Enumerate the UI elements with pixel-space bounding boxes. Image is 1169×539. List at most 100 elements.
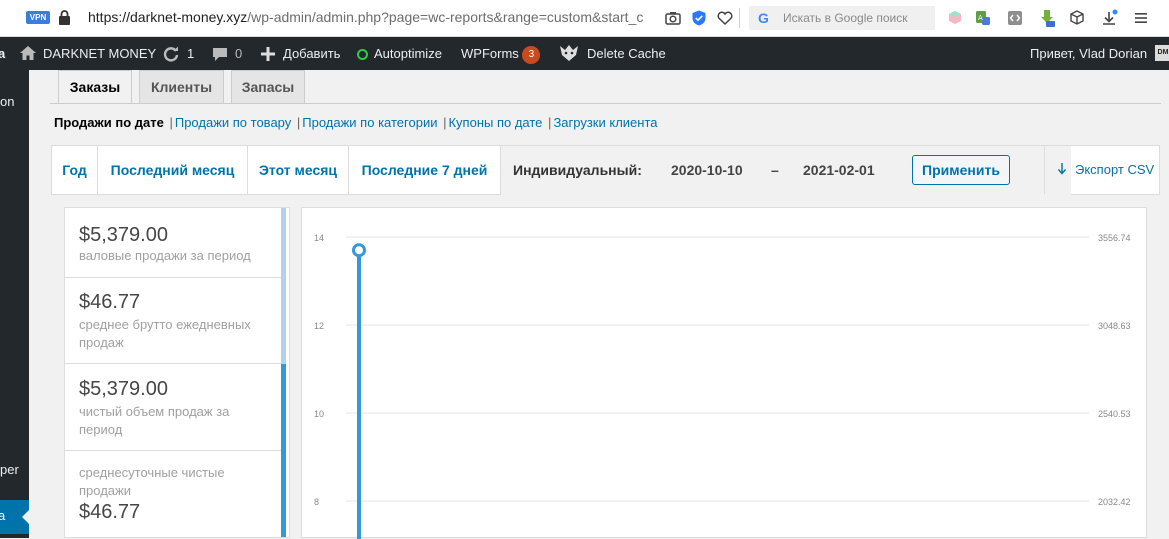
end-date-field[interactable]: 2021-02-01 <box>803 146 875 194</box>
updates-icon[interactable] <box>162 45 180 63</box>
sidebar-item-partial-2[interactable]: per <box>0 462 19 477</box>
range-last-7-days[interactable]: Последние 7 дней <box>349 146 501 194</box>
sidebar-active-arrow <box>22 510 29 524</box>
subnav-link-by-category[interactable]: Продажи по категории <box>302 115 437 130</box>
tabs-divider <box>50 103 1169 104</box>
legend-amount: $5,379.00 <box>79 378 168 400</box>
vpn-badge[interactable]: VPN <box>26 11 50 24</box>
tab-orders[interactable]: Заказы <box>58 70 132 103</box>
sales-chart: 14 3556.74 12 3048.63 10 2540.53 8 2032.42 <box>301 207 1147 539</box>
add-new-link[interactable]: Добавить <box>283 37 340 70</box>
legend-color-bar <box>281 208 286 278</box>
cache-beast-icon[interactable] <box>558 43 580 63</box>
legend-amount: $46.77 <box>79 291 141 313</box>
avatar[interactable]: DM <box>1155 45 1169 61</box>
chart-y-left-tick: 12 <box>314 321 324 331</box>
subnav-link-downloads[interactable]: Загрузки клиента <box>553 115 657 130</box>
subnav-link-coupons[interactable]: Купоны по дате <box>448 115 542 130</box>
report-subnav: Продажи по дате | Продажи по товару | Прод… <box>54 115 658 130</box>
shield-icon[interactable] <box>690 9 708 27</box>
sidebar-item-partial-1[interactable]: on <box>0 94 14 109</box>
subnav-current: Продажи по дате <box>54 115 164 130</box>
code-extension-icon[interactable] <box>1006 9 1024 27</box>
subnav-link-by-product[interactable]: Продажи по товару <box>175 115 291 130</box>
account-greeting[interactable]: Привет, Vlad Dorian <box>1030 37 1147 70</box>
svg-text:A: A <box>978 14 983 22</box>
date-range-bar: Год Последний месяц Этот месяц Последние… <box>51 145 1160 195</box>
delete-cache-link[interactable]: Delete Cache <box>587 37 666 70</box>
home-icon[interactable] <box>19 45 37 61</box>
plus-icon[interactable] <box>261 47 275 61</box>
chart-y-right-tick: 3556.74 <box>1098 233 1131 243</box>
legend-description: среднесуточные чистые продажи <box>79 465 225 498</box>
chart-y-right-tick: 2540.53 <box>1098 409 1131 419</box>
range-year[interactable]: Год <box>52 146 98 194</box>
url-host: https://darknet-money.xyz <box>88 9 248 25</box>
browser-toolbar: VPN https://darknet-money.xyz/wp-admin/a… <box>0 0 1169 37</box>
cube-extension-icon[interactable] <box>946 9 964 27</box>
comments-count[interactable]: 0 <box>235 37 242 70</box>
legend-amount: $46.77 <box>79 501 141 523</box>
downloads-icon[interactable] <box>1100 9 1118 27</box>
tab-customers[interactable]: Клиенты <box>139 70 224 103</box>
tab-stock[interactable]: Запасы <box>231 70 305 103</box>
legend-color-bar <box>281 278 286 364</box>
chart-canvas: 14 3556.74 12 3048.63 10 2540.53 8 2032.42 <box>314 233 1131 539</box>
wpforms-count-badge: 3 <box>522 45 541 64</box>
wpforms-link[interactable]: WPForms 3 <box>461 37 541 70</box>
chart-y-left-tick: 8 <box>314 497 319 507</box>
box-icon[interactable] <box>1068 9 1086 27</box>
legend-item-avg-gross-daily[interactable]: $46.77 среднее брутто ежедневных продаж <box>65 278 286 364</box>
range-this-month[interactable]: Этот месяц <box>248 146 349 194</box>
legend-item-gross-sales[interactable]: $5,379.00 валовые продажи за период <box>65 208 286 278</box>
chart-y-right-tick: 2032.42 <box>1098 497 1131 507</box>
legend-color-bar <box>281 364 286 451</box>
sales-legend: $5,379.00 валовые продажи за период $46.… <box>64 207 290 538</box>
admin-sidebar: on per <box>0 70 29 538</box>
wpforms-label: WPForms <box>461 46 519 61</box>
chart-y-right-tick: 3048.63 <box>1098 321 1131 331</box>
autoptimize-status-icon <box>357 49 368 61</box>
download-arrow-icon <box>1057 163 1067 175</box>
address-bar[interactable]: https://darknet-money.xyz/wp-admin/admin… <box>88 9 654 25</box>
url-path: /wp-admin/admin.php?page=wc-reports&rang… <box>247 9 644 25</box>
export-csv-link[interactable]: Экспорт CSV <box>1044 146 1160 194</box>
date-dash: – <box>771 162 779 178</box>
chart-data-point <box>352 243 366 258</box>
legend-description: валовые продажи за период <box>79 248 251 263</box>
subnav-separator: | <box>443 115 447 130</box>
legend-description: среднее брутто ежедневных продаж <box>79 317 251 350</box>
subnav-separator: | <box>169 115 173 130</box>
page-scrollbar[interactable] <box>1161 70 1169 538</box>
wp-admin-bar: a DARKNET MONEY 1 0 Добавить Autoptimize… <box>0 37 1169 70</box>
site-name-link[interactable]: DARKNET MONEY <box>43 37 156 70</box>
range-last-month[interactable]: Последний месяц <box>98 146 248 194</box>
legend-item-net-sales[interactable]: $5,379.00 чистый объем продаж за период <box>65 364 286 451</box>
legend-amount: $5,379.00 <box>79 224 168 246</box>
custom-range-label: Индивидуальный: <box>513 162 642 178</box>
legend-color-bar <box>281 451 286 537</box>
search-placeholder: Искать в Google поиск <box>783 11 908 25</box>
comments-icon[interactable] <box>212 47 228 62</box>
export-csv-label: Экспорт CSV <box>1075 162 1155 177</box>
legend-description: чистый объем продаж за период <box>79 404 230 437</box>
legend-item-avg-net-daily[interactable]: среднесуточные чистые продажи $46.77 <box>65 451 286 537</box>
wp-menu-partial[interactable]: a <box>0 37 5 70</box>
start-date-field[interactable]: 2020-10-10 <box>671 146 743 194</box>
autoptimize-label: Autoptimize <box>374 46 442 61</box>
camera-icon[interactable] <box>664 9 682 27</box>
download-helper-icon[interactable] <box>1038 9 1056 27</box>
chart-y-left-tick: 10 <box>314 409 324 419</box>
menu-icon[interactable] <box>1132 9 1150 27</box>
sidebar-active-label-partial: a <box>0 508 6 523</box>
apply-button[interactable]: Применить <box>912 155 1010 185</box>
translate-extension-icon[interactable]: A <box>974 9 992 27</box>
autoptimize-link[interactable]: Autoptimize <box>357 37 442 70</box>
heart-icon[interactable] <box>716 9 734 27</box>
subnav-separator: | <box>296 115 301 130</box>
chart-y-left-tick: 14 <box>314 233 324 243</box>
range-custom: Индивидуальный: 2020-10-10 – 2021-02-01 … <box>501 146 1071 195</box>
search-box[interactable]: G Искать в Google поиск <box>749 6 935 30</box>
toolbar-divider <box>739 8 740 28</box>
updates-count[interactable]: 1 <box>187 37 194 70</box>
